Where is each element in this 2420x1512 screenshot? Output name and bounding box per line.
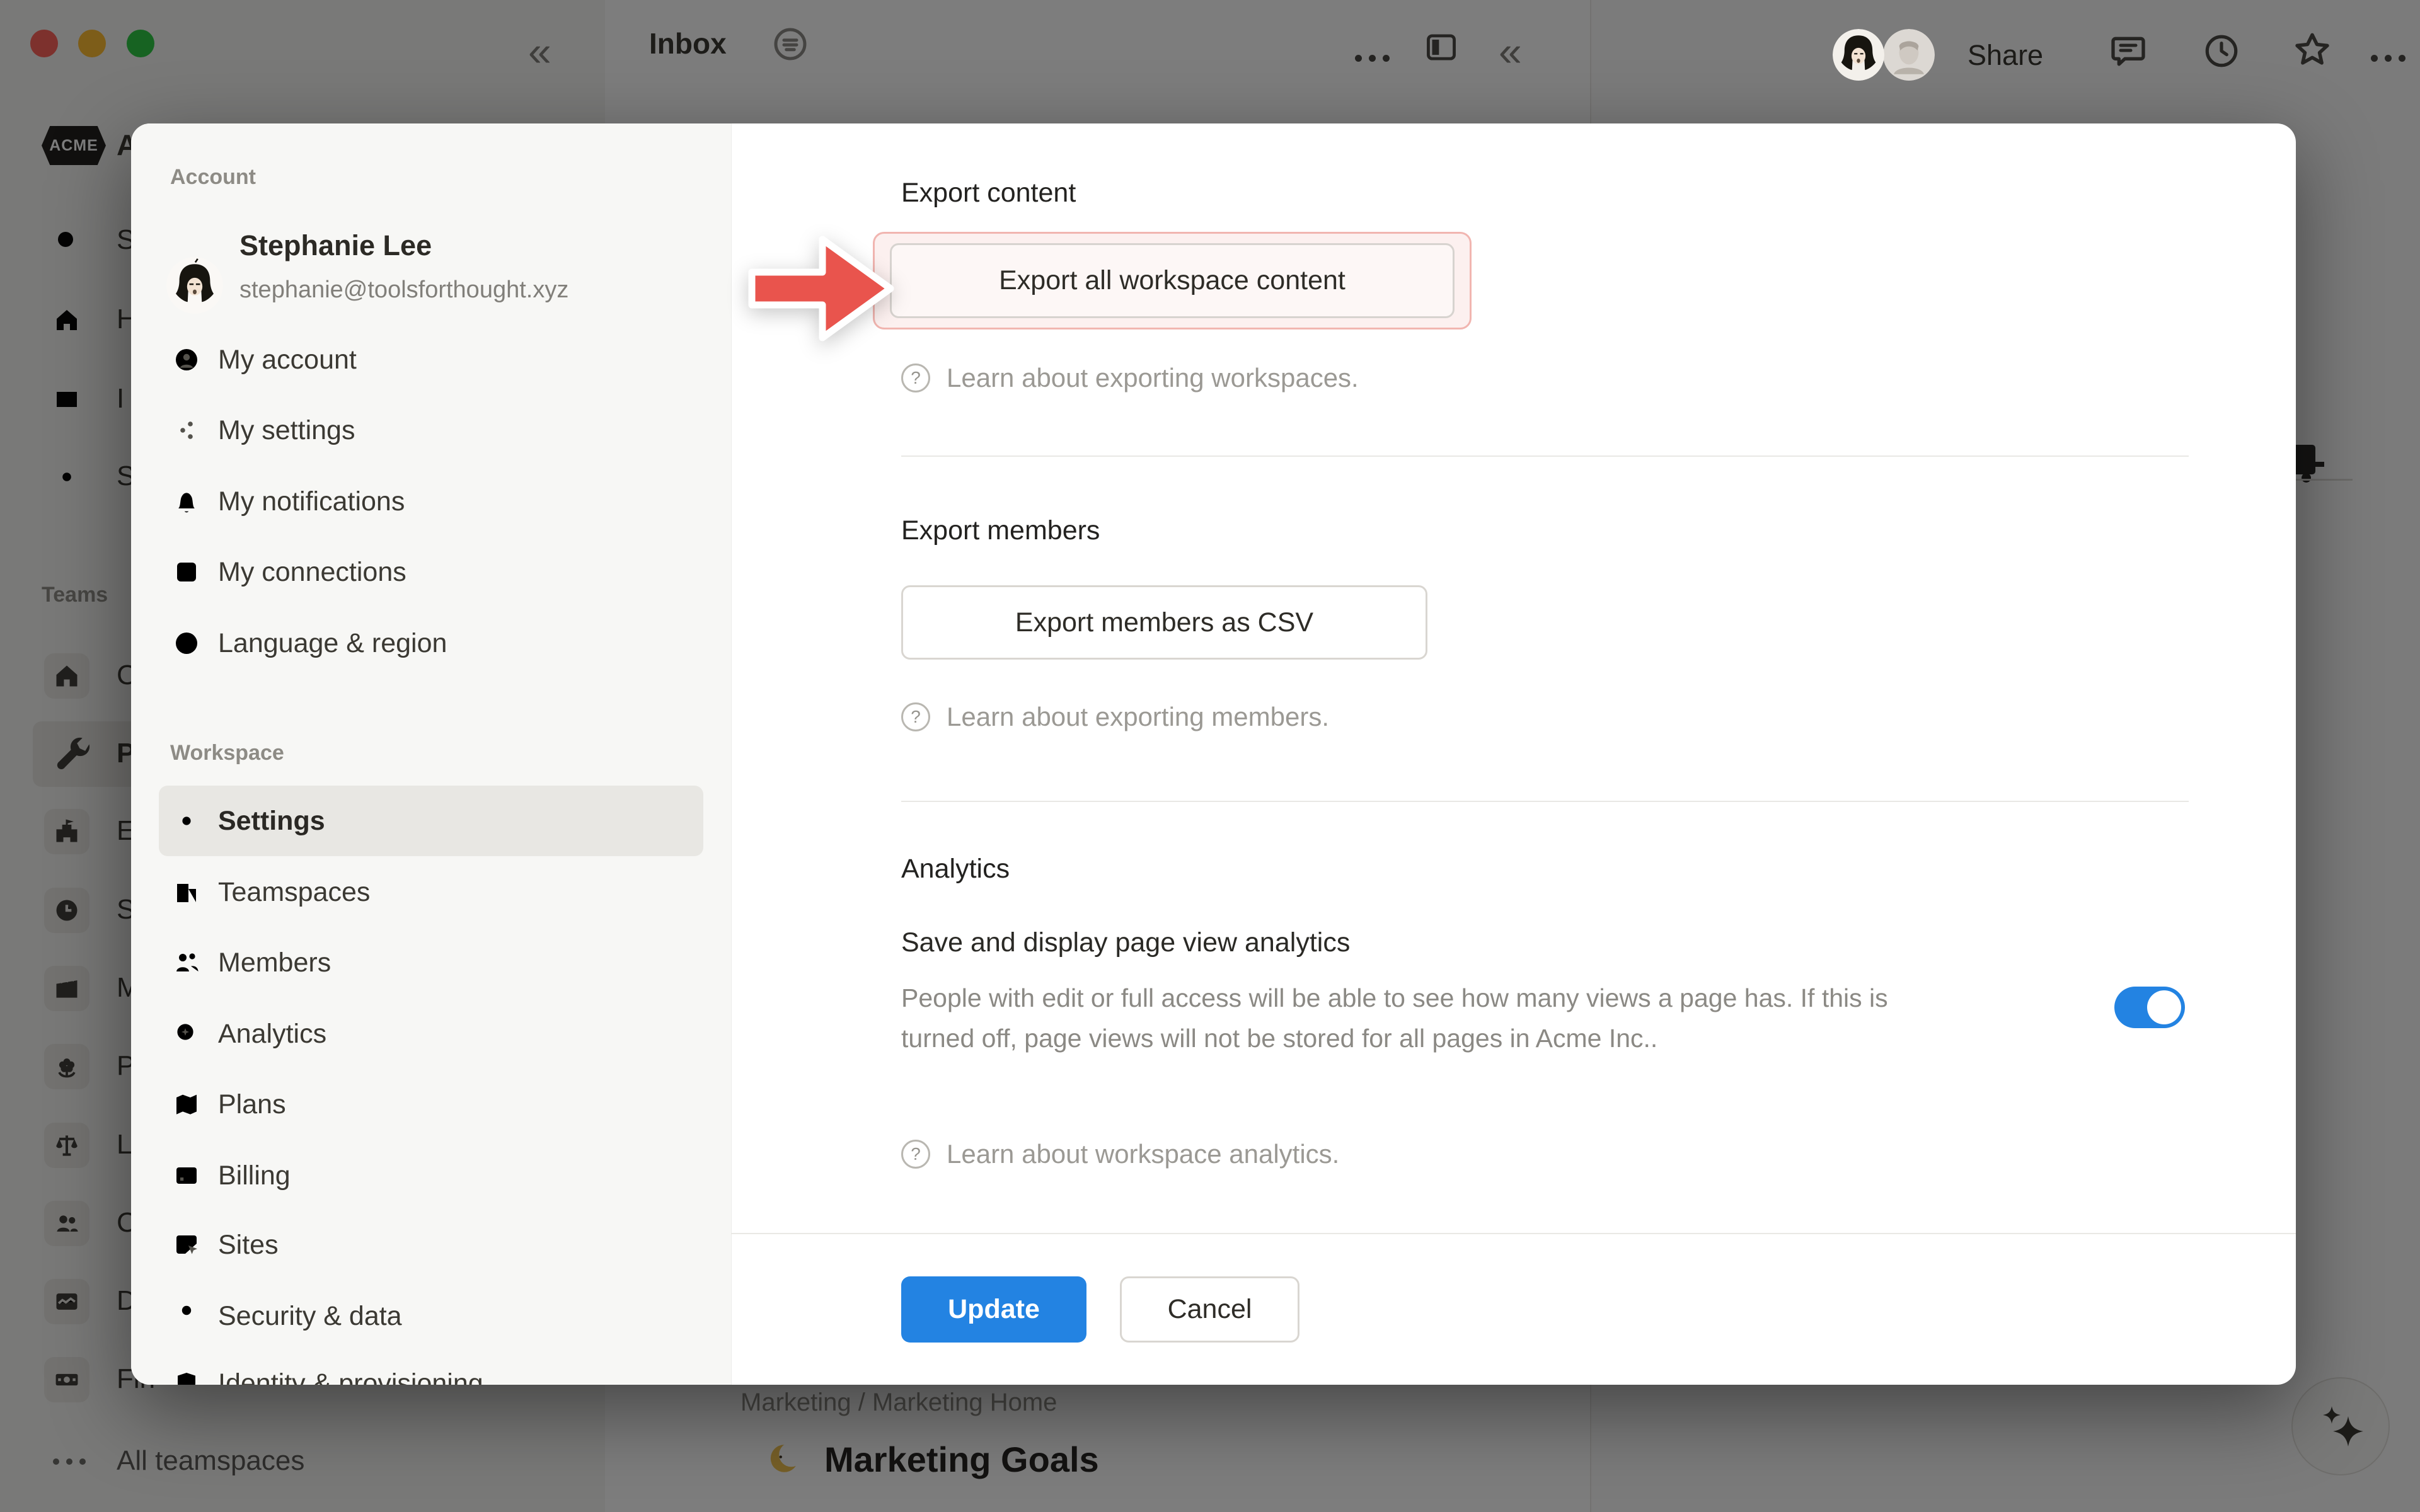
avatar[interactable] (1833, 29, 1884, 81)
question-circle-icon: ? (901, 1140, 930, 1169)
sidebar-item-members[interactable]: Members (159, 927, 703, 998)
sidebar-item-billing[interactable]: Billing (159, 1140, 703, 1211)
sidebar-item-identity-provisioning[interactable]: Identity & provisioning (159, 1348, 703, 1385)
export-content-heading: Export content (901, 178, 1076, 209)
help-link-export-members[interactable]: ? Learn about exporting members. (901, 702, 1329, 732)
analytics-heading: Analytics (901, 854, 1010, 885)
question-circle-icon: ? (901, 702, 930, 731)
help-link-export-workspaces[interactable]: ? Learn about exporting workspaces. (901, 363, 1359, 393)
person-circle-icon (171, 345, 202, 375)
help-link-workspace-analytics[interactable]: ? Learn about workspace analytics. (901, 1139, 1339, 1169)
export-members-csv-button[interactable]: Export members as CSV (901, 585, 1427, 660)
globe-icon (171, 628, 202, 658)
annotation-arrow-icon (746, 232, 897, 352)
export-members-heading: Export members (901, 515, 1100, 546)
footer-divider (731, 1233, 2296, 1234)
sidebar-item-my-settings[interactable]: My settings (159, 395, 703, 466)
export-all-workspace-content-button[interactable]: Export all workspace content (890, 243, 1455, 318)
user-email: stephanie@toolsforthought.xyz (239, 277, 568, 304)
toggle-knob (2147, 990, 2181, 1024)
analytics-setting-title: Save and display page view analytics (901, 927, 1350, 958)
people-icon (171, 948, 202, 978)
gear-icon (171, 806, 202, 836)
sidebar-item-plans[interactable]: Plans (159, 1069, 703, 1140)
cancel-button[interactable]: Cancel (1120, 1276, 1299, 1343)
screen: « Inbox « Share ACME A S H I S Teams (0, 0, 2420, 1512)
analytics-setting-description: People with edit or full access will be … (901, 978, 1910, 1058)
settings-modal-sidebar: Account Stephanie Lee stephanie@toolsfor… (131, 123, 732, 1385)
divider (901, 455, 2189, 457)
bell-icon (171, 486, 202, 517)
credit-card-icon (171, 1160, 202, 1191)
sidebar-item-my-notifications[interactable]: My notifications (159, 466, 703, 537)
update-button[interactable]: Update (901, 1276, 1086, 1343)
sidebar-item-teamspaces[interactable]: Teamspaces (159, 857, 703, 927)
user-name: Stephanie Lee (239, 229, 432, 262)
browser-cursor-icon (171, 1230, 202, 1260)
sidebar-item-settings[interactable]: Settings (159, 786, 703, 856)
arrow-out-square-icon (171, 557, 202, 587)
sidebar-item-security-data[interactable]: Security & data (159, 1281, 703, 1351)
question-circle-icon: ? (901, 364, 930, 392)
settings-modal-content: Export content Export all workspace cont… (731, 123, 2296, 1385)
divider (901, 801, 2189, 802)
sidebar-item-language-region[interactable]: Language & region (159, 608, 703, 679)
settings-modal: Account Stephanie Lee stephanie@toolsfor… (131, 123, 2296, 1385)
shield-icon (171, 1368, 202, 1385)
sidebar-item-analytics[interactable]: Analytics (159, 999, 703, 1069)
buildings-icon (171, 877, 202, 907)
map-icon (171, 1089, 202, 1120)
magnifier-sparkle-icon (171, 1019, 202, 1049)
sidebar-item-my-account[interactable]: My account (159, 324, 703, 395)
sliders-icon (171, 415, 202, 445)
analytics-toggle[interactable] (2114, 987, 2185, 1028)
workspace-section-header: Workspace (170, 741, 284, 765)
account-section-header: Account (170, 165, 256, 190)
avatar[interactable] (1883, 29, 1935, 81)
sidebar-item-sites[interactable]: Sites (159, 1210, 703, 1280)
user-avatar (166, 257, 223, 314)
sidebar-item-my-connections[interactable]: My connections (159, 537, 703, 607)
key-icon (171, 1301, 202, 1331)
